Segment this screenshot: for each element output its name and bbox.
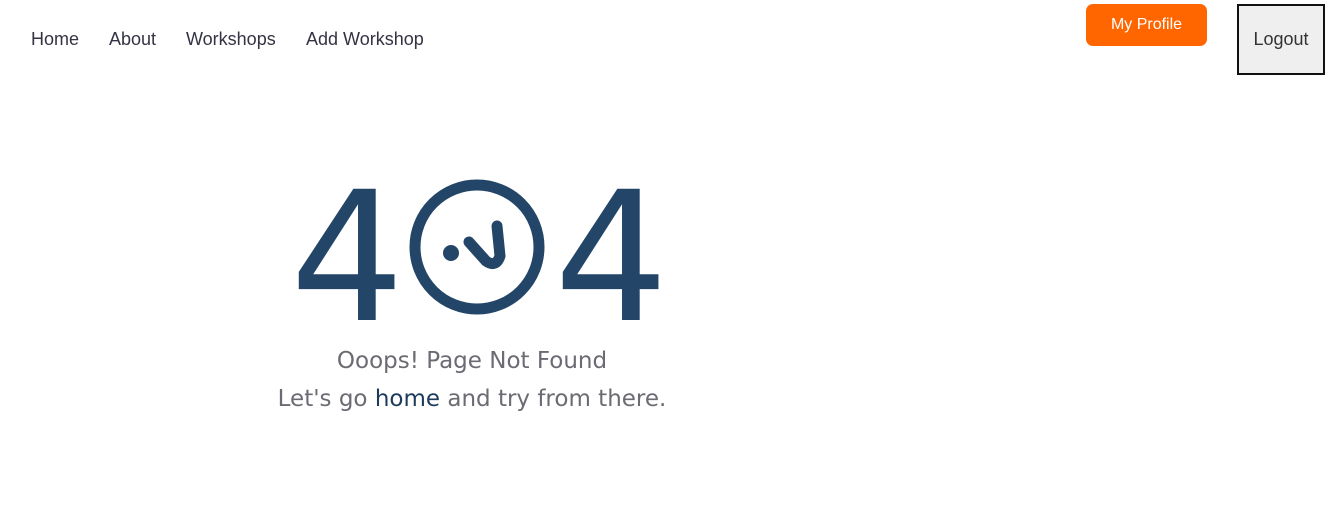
- page: Home About Workshops Add Workshop My Pro…: [0, 0, 1325, 511]
- not-found-section: 4 4 Ooops! Page Not Found Let's go home …: [232, 169, 712, 430]
- error-title: Ooops! Page Not Found: [336, 348, 608, 374]
- error-subtitle-before: Let's go: [277, 386, 375, 412]
- sad-face-icon: [409, 179, 545, 315]
- my-profile-button[interactable]: My Profile: [1086, 4, 1207, 46]
- top-navigation: Home About Workshops Add Workshop My Pro…: [0, 0, 1325, 78]
- nav-link-about[interactable]: About: [109, 28, 156, 50]
- nav-link-workshops[interactable]: Workshops: [186, 28, 276, 50]
- error-code-digit-right: 4: [554, 154, 669, 363]
- home-link[interactable]: home: [375, 386, 440, 412]
- error-subtitle: Let's go home and try from there.: [232, 384, 712, 414]
- error-code: 4 4: [232, 169, 712, 349]
- nav-link-home[interactable]: Home: [31, 28, 79, 50]
- nav-link-add-workshop[interactable]: Add Workshop: [306, 28, 424, 50]
- logout-button[interactable]: Logout: [1237, 4, 1325, 75]
- error-subtitle-after: and try from there.: [440, 386, 667, 412]
- error-code-digit-left: 4: [290, 154, 405, 363]
